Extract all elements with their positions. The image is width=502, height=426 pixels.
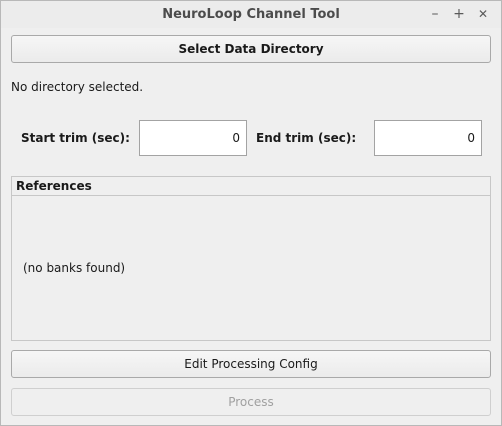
end-trim-label: End trim (sec):: [256, 131, 357, 145]
references-group: References (no banks found): [11, 176, 491, 341]
process-button[interactable]: Process: [11, 388, 491, 416]
no-banks-text: (no banks found): [23, 261, 126, 275]
window-title: NeuroLoop Channel Tool: [162, 7, 340, 22]
maximize-icon[interactable]: +: [451, 6, 467, 22]
minimize-icon[interactable]: –: [427, 6, 443, 22]
references-header: References: [12, 177, 490, 196]
directory-status-text: No directory selected.: [11, 80, 144, 94]
close-icon[interactable]: ✕: [475, 6, 491, 22]
start-trim-input[interactable]: 0: [139, 120, 247, 156]
edit-processing-config-button[interactable]: Edit Processing Config: [11, 350, 491, 378]
app-window: NeuroLoop Channel Tool – + ✕ Select Data…: [0, 0, 502, 426]
start-trim-label: Start trim (sec):: [21, 131, 130, 145]
end-trim-input[interactable]: 0: [374, 120, 482, 156]
title-bar[interactable]: NeuroLoop Channel Tool – + ✕: [1, 1, 501, 28]
select-data-directory-button[interactable]: Select Data Directory: [11, 35, 491, 63]
references-title: References: [16, 179, 92, 193]
